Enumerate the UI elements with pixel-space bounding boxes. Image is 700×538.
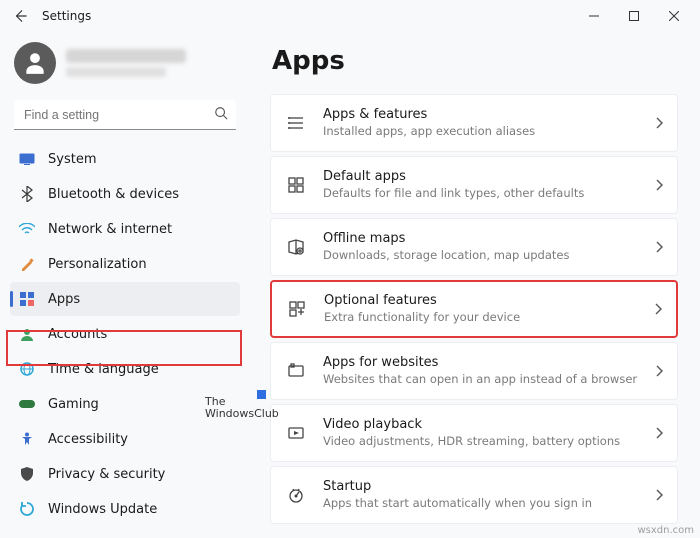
card-subtitle: Video adjustments, HDR streaming, batter… [323, 434, 647, 448]
card-subtitle: Extra functionality for your device [324, 310, 646, 324]
card-icon [285, 422, 307, 444]
card-apps-features[interactable]: Apps & features Installed apps, app exec… [270, 94, 678, 152]
sidebar-item-privacy-security[interactable]: Privacy & security [10, 457, 240, 491]
card-apps-for-websites[interactable]: Apps for websites Websites that can open… [270, 342, 678, 400]
sidebar-item-apps[interactable]: Apps [10, 282, 240, 316]
card-title: Startup [323, 479, 647, 495]
attribution-text: wsxdn.com [637, 525, 694, 536]
card-icon [285, 236, 307, 258]
card-subtitle: Installed apps, app execution aliases [323, 124, 647, 138]
system-icon [18, 150, 36, 168]
profile-name [66, 49, 186, 63]
search-input[interactable] [14, 100, 236, 130]
perso-icon [18, 255, 36, 273]
card-icon [285, 360, 307, 382]
chevron-right-icon [655, 427, 663, 439]
avatar[interactable] [14, 42, 56, 84]
card-subtitle: Defaults for file and link types, other … [323, 186, 647, 200]
sidebar-item-label: Accessibility [48, 432, 128, 447]
card-startup[interactable]: Startup Apps that start automatically wh… [270, 466, 678, 524]
sidebar-item-label: Apps [48, 292, 80, 307]
card-title: Offline maps [323, 231, 647, 247]
chevron-right-icon [654, 303, 662, 315]
minimize-button[interactable] [574, 2, 614, 30]
sidebar-item-label: Gaming [48, 397, 99, 412]
sidebar-item-label: Time & language [48, 362, 159, 377]
search-icon [214, 106, 228, 120]
priv-icon [18, 465, 36, 483]
sidebar-item-bluetooth-devices[interactable]: Bluetooth & devices [10, 177, 240, 211]
card-title: Default apps [323, 169, 647, 185]
wu-icon [18, 500, 36, 518]
a11y-icon [18, 430, 36, 448]
card-subtitle: Apps that start automatically when you s… [323, 496, 647, 510]
page-title: Apps [272, 46, 678, 76]
card-optional-features[interactable]: Optional features Extra functionality fo… [270, 280, 678, 338]
sidebar-item-personalization[interactable]: Personalization [10, 247, 240, 281]
acct-icon [18, 325, 36, 343]
sidebar-item-network-internet[interactable]: Network & internet [10, 212, 240, 246]
chevron-right-icon [655, 489, 663, 501]
sidebar-item-label: Privacy & security [48, 467, 165, 482]
card-title: Apps & features [323, 107, 647, 123]
sidebar-item-label: Bluetooth & devices [48, 187, 179, 202]
net-icon [18, 220, 36, 238]
card-title: Video playback [323, 417, 647, 433]
card-icon [286, 298, 308, 320]
time-icon [18, 360, 36, 378]
sidebar-item-time-language[interactable]: Time & language [10, 352, 240, 386]
back-button[interactable] [6, 2, 34, 30]
sidebar-item-label: Personalization [48, 257, 147, 272]
card-title: Optional features [324, 293, 646, 309]
sidebar-item-accessibility[interactable]: Accessibility [10, 422, 240, 456]
card-video-playback[interactable]: Video playback Video adjustments, HDR st… [270, 404, 678, 462]
bt-icon [18, 185, 36, 203]
card-subtitle: Downloads, storage location, map updates [323, 248, 647, 262]
chevron-right-icon [655, 241, 663, 253]
sidebar-item-system[interactable]: System [10, 142, 240, 176]
close-button[interactable] [654, 2, 694, 30]
sidebar-item-label: Network & internet [48, 222, 172, 237]
sidebar-item-gaming[interactable]: Gaming [10, 387, 240, 421]
card-offline-maps[interactable]: Offline maps Downloads, storage location… [270, 218, 678, 276]
card-icon [285, 484, 307, 506]
card-icon [285, 174, 307, 196]
sidebar-item-label: Accounts [48, 327, 107, 342]
gaming-icon [18, 395, 36, 413]
sidebar-item-label: System [48, 152, 96, 167]
profile-email [66, 67, 166, 77]
chevron-right-icon [655, 365, 663, 377]
card-subtitle: Websites that can open in an app instead… [323, 372, 647, 386]
sidebar-item-windows-update[interactable]: Windows Update [10, 492, 240, 526]
card-icon [285, 112, 307, 134]
card-title: Apps for websites [323, 355, 647, 371]
card-default-apps[interactable]: Default apps Defaults for file and link … [270, 156, 678, 214]
apps-icon [18, 290, 36, 308]
chevron-right-icon [655, 179, 663, 191]
window-title: Settings [42, 9, 91, 23]
maximize-button[interactable] [614, 2, 654, 30]
sidebar-item-label: Windows Update [48, 502, 157, 517]
chevron-right-icon [655, 117, 663, 129]
sidebar-item-accounts[interactable]: Accounts [10, 317, 240, 351]
